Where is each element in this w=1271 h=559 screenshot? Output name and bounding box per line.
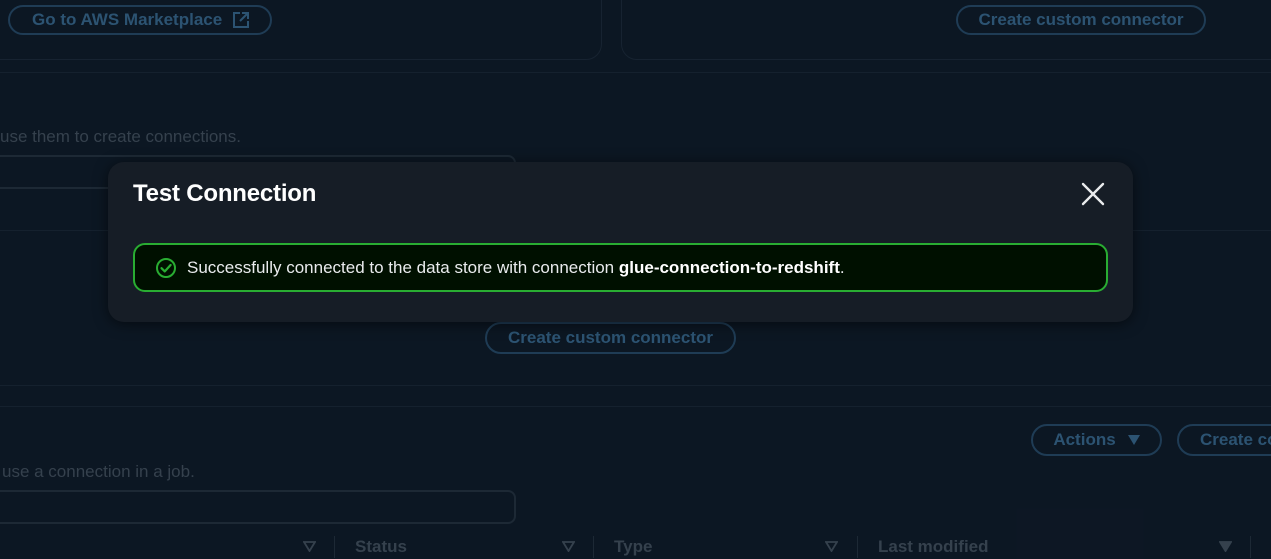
success-message: Successfully connected to the data store…	[187, 258, 845, 278]
page: Go to AWS Marketplace Create custom conn…	[0, 0, 1271, 559]
success-message-prefix: Successfully connected to the data store…	[187, 257, 619, 277]
success-check-icon	[156, 257, 176, 278]
success-alert: Successfully connected to the data store…	[133, 243, 1108, 292]
close-icon	[1081, 182, 1105, 206]
modal-title: Test Connection	[133, 180, 317, 207]
close-button[interactable]	[1079, 180, 1107, 208]
connection-name: glue-connection-to-redshift	[618, 257, 840, 277]
test-connection-modal: Test Connection Successfully connected t…	[108, 162, 1133, 322]
success-message-suffix: .	[839, 257, 845, 277]
